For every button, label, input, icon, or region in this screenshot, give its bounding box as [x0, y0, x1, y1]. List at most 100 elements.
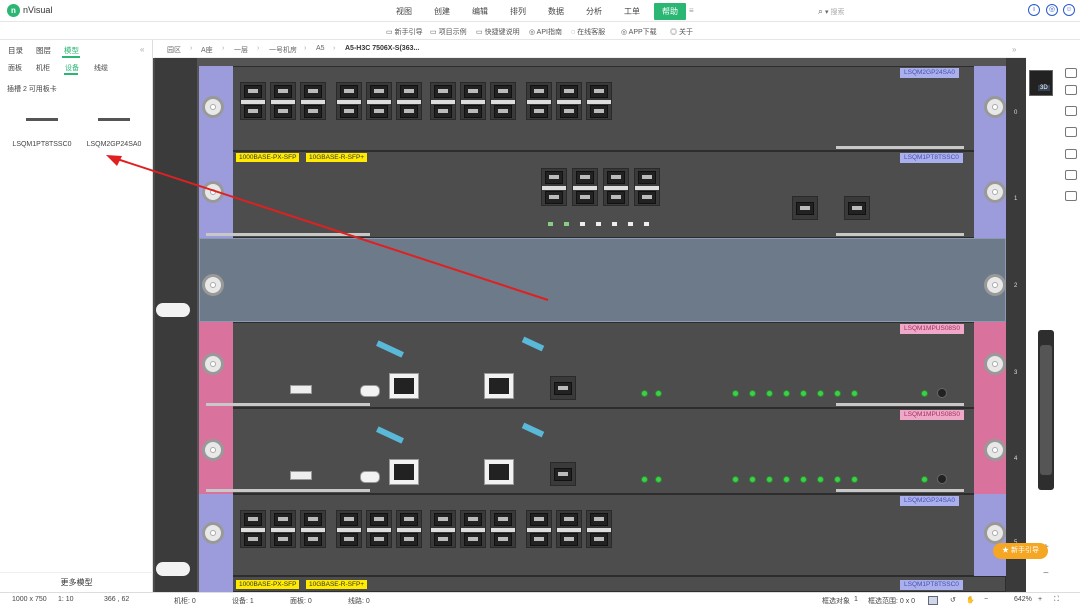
sfp-port-pair[interactable]: [603, 168, 629, 206]
sfp-port-pair[interactable]: [396, 510, 422, 548]
sfp-port-pair[interactable]: [240, 82, 266, 120]
sfp-port-pair[interactable]: [336, 510, 362, 548]
card-thumbnail[interactable]: [26, 118, 58, 121]
help-project-examples[interactable]: ▭ 项目示例: [430, 27, 467, 37]
sfp-port-pair[interactable]: [490, 82, 516, 120]
more-models-button[interactable]: 更多模型: [0, 572, 153, 592]
sfp-port-pair[interactable]: [490, 510, 516, 548]
tab-cabinet[interactable]: 机柜: [36, 63, 50, 73]
sfp-port-pair[interactable]: [572, 168, 598, 206]
reset-icon[interactable]: ↺: [950, 596, 956, 604]
help-beginner-guide[interactable]: ▭ 新手引导: [386, 27, 423, 37]
usb-port[interactable]: [290, 471, 312, 480]
zoom-out-icon[interactable]: −: [1043, 568, 1049, 579]
collapse-right-icon[interactable]: »: [1012, 45, 1016, 54]
user-icon[interactable]: ☺: [1063, 4, 1075, 16]
menu-data[interactable]: 数据: [548, 6, 564, 17]
breadcrumb-item[interactable]: 一层: [234, 45, 248, 55]
sfp-port[interactable]: [792, 196, 818, 220]
sfp-port[interactable]: [844, 196, 870, 220]
beginner-guide-button[interactable]: ★ 新手引导: [993, 543, 1048, 559]
help-online-service[interactable]: ◌ 在线客服: [571, 27, 605, 37]
settings-icon[interactable]: ◎: [1046, 4, 1058, 16]
sfp-port-pair[interactable]: [586, 82, 612, 120]
menu-create[interactable]: 创建: [434, 6, 450, 17]
sfp-port-pair[interactable]: [526, 510, 552, 548]
sfp-port-pair[interactable]: [460, 510, 486, 548]
sfp-port-pair[interactable]: [270, 82, 296, 120]
sfp-port-pair[interactable]: [460, 82, 486, 120]
zoom-in-small-icon[interactable]: +: [1038, 596, 1042, 603]
sfp-port-pair[interactable]: [270, 510, 296, 548]
breadcrumb-item[interactable]: A5: [316, 45, 325, 52]
console-port[interactable]: [389, 459, 419, 485]
chassis-slot-3[interactable]: [199, 322, 1006, 408]
card-thumbnail[interactable]: [98, 118, 130, 121]
menu-edit[interactable]: 编辑: [472, 6, 488, 17]
help-app-download[interactable]: ◎ APP下载: [621, 27, 657, 37]
sfp-port-pair[interactable]: [300, 82, 326, 120]
sfp-port-pair[interactable]: [240, 510, 266, 548]
mini-usb-port[interactable]: [360, 471, 380, 483]
link-icon[interactable]: [1065, 106, 1077, 116]
sfp-port-pair[interactable]: [556, 510, 582, 548]
sfp-port-pair[interactable]: [366, 510, 392, 548]
tab-layers[interactable]: 图层: [36, 45, 51, 56]
properties-icon[interactable]: [1065, 68, 1077, 78]
tab-cable[interactable]: 线缆: [94, 63, 108, 73]
3d-view-label[interactable]: 3D: [1038, 85, 1050, 91]
search-input[interactable]: ⌕ ▾ 搜索: [818, 4, 1018, 18]
sfp-port[interactable]: [550, 462, 576, 486]
reset-button[interactable]: [937, 388, 947, 398]
sfp-port-pair[interactable]: [634, 168, 660, 206]
zoom-out-small-icon[interactable]: −: [984, 596, 988, 603]
menu-help[interactable]: 帮助: [654, 3, 686, 20]
chassis-slot-4[interactable]: [199, 408, 1006, 494]
menu-view[interactable]: 视图: [396, 6, 412, 17]
mini-usb-port[interactable]: [360, 385, 380, 397]
reset-button[interactable]: [937, 474, 947, 484]
tab-models[interactable]: 模型: [64, 45, 79, 56]
card-name[interactable]: LSQM2GP24SA0: [84, 141, 144, 148]
help-shortcuts[interactable]: ▭ 快捷键说明: [476, 27, 520, 37]
menu-workorder[interactable]: 工单: [624, 6, 640, 17]
sfp-port[interactable]: [550, 376, 576, 400]
list-icon[interactable]: [1065, 149, 1077, 159]
chat-icon[interactable]: [1065, 127, 1077, 137]
3d-view-thumbnail[interactable]: [1029, 70, 1053, 96]
sfp-port-pair[interactable]: [430, 510, 456, 548]
card-name[interactable]: LSQM1PT8TSSC0: [12, 141, 72, 148]
menu-more-icon[interactable]: ≡: [689, 6, 694, 15]
monitor-icon[interactable]: [1065, 191, 1077, 201]
console-port[interactable]: [389, 373, 419, 399]
help-api-guide[interactable]: ◎ API指南: [529, 27, 562, 37]
menu-analysis[interactable]: 分析: [586, 6, 602, 17]
breadcrumb-item[interactable]: A座: [201, 45, 213, 55]
document-icon[interactable]: [1065, 85, 1077, 95]
sfp-port-pair[interactable]: [396, 82, 422, 120]
help-about[interactable]: ◎ 关于: [670, 27, 693, 37]
sfp-port-pair[interactable]: [300, 510, 326, 548]
menu-arrange[interactable]: 排列: [510, 6, 526, 17]
usb-port[interactable]: [290, 385, 312, 394]
sfp-port-pair[interactable]: [556, 82, 582, 120]
fit-screen-icon[interactable]: ⛶: [1054, 596, 1059, 604]
management-port[interactable]: [484, 373, 514, 399]
sfp-port-pair[interactable]: [336, 82, 362, 120]
tab-catalog[interactable]: 目录: [8, 45, 23, 56]
hand-icon[interactable]: ✋: [966, 596, 975, 604]
info-icon[interactable]: i: [1028, 4, 1040, 16]
tab-device[interactable]: 设备: [65, 63, 79, 73]
select-mode-icon[interactable]: [928, 596, 938, 605]
collapse-panel-icon[interactable]: «: [140, 45, 144, 54]
sfp-port-pair[interactable]: [430, 82, 456, 120]
sfp-port-pair[interactable]: [366, 82, 392, 120]
management-port[interactable]: [484, 459, 514, 485]
sfp-port-pair[interactable]: [526, 82, 552, 120]
sfp-port-pair[interactable]: [586, 510, 612, 548]
tab-panel[interactable]: 面板: [8, 63, 22, 73]
zoom-slider-thumb[interactable]: [1040, 345, 1052, 475]
report-icon[interactable]: [1065, 170, 1077, 180]
breadcrumb-item[interactable]: 园区: [167, 45, 181, 55]
breadcrumb-item[interactable]: 一号机房: [269, 45, 297, 55]
